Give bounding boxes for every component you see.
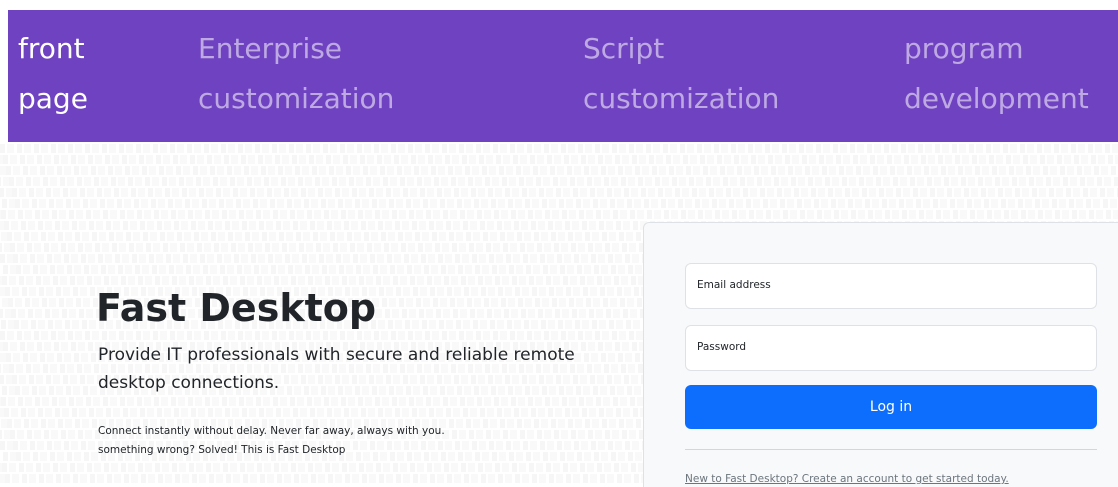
nav-item-program-development[interactable]: program development [904, 24, 1089, 124]
login-form: Email address Password Log in New to Fas… [643, 222, 1118, 487]
nav-item-label-line2: customization [583, 82, 780, 115]
nav-item-script-customization[interactable]: Script customization [583, 24, 779, 124]
page: front page Enterprise customization Scri… [0, 0, 1118, 487]
form-divider [685, 449, 1097, 450]
signup-link[interactable]: New to Fast Desktop? Create an account t… [685, 473, 1009, 485]
password-input[interactable] [686, 326, 1100, 372]
nav-item-front-page[interactable]: front page [18, 24, 88, 124]
background-texture-row [0, 210, 1118, 219]
nav-item-label-line1: Script [583, 32, 665, 65]
nav-item-label-line2: customization [198, 82, 395, 115]
background-texture-row [0, 144, 1118, 153]
email-field[interactable]: Email address [685, 263, 1100, 310]
nav-item-label-line1: Enterprise [198, 32, 343, 65]
email-input[interactable] [686, 264, 1100, 310]
nav-item-enterprise-customization[interactable]: Enterprise customization [198, 24, 394, 124]
password-field[interactable]: Password [685, 325, 1100, 372]
hero-lead-text: Provide IT professionals with secure and… [98, 345, 575, 393]
top-navbar: front page Enterprise customization Scri… [8, 10, 1118, 142]
hero-title: Fast Desktop [96, 286, 377, 330]
hero-tagline-line2: something wrong? Solved! This is Fast De… [98, 444, 346, 456]
login-button[interactable]: Log in [685, 385, 1097, 429]
hero-tagline: Connect instantly without delay. Never f… [98, 422, 518, 460]
background-texture-row [0, 155, 1118, 164]
background-texture-row [0, 199, 1118, 208]
nav-item-label-line2: page [18, 82, 88, 115]
background-texture-row [0, 166, 1118, 175]
hero-tagline-line1: Connect instantly without delay. Never f… [98, 425, 445, 437]
background-texture-row [0, 177, 1118, 186]
nav-item-label-line1: program [904, 32, 1024, 65]
nav-item-label-line2: development [904, 82, 1089, 115]
background-texture-row [0, 188, 1118, 197]
nav-item-label-line1: front [18, 32, 85, 65]
